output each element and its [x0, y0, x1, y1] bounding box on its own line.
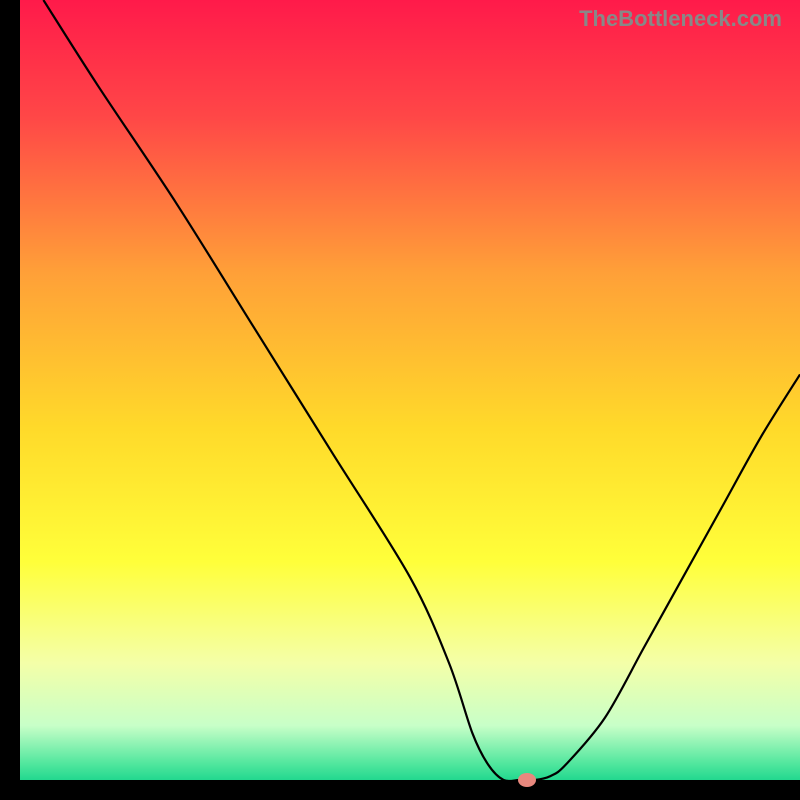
plot-background	[20, 0, 800, 780]
chart-svg	[0, 0, 800, 800]
optimal-point-marker	[518, 773, 536, 787]
watermark-text: TheBottleneck.com	[579, 6, 782, 32]
bottleneck-chart: TheBottleneck.com	[0, 0, 800, 800]
